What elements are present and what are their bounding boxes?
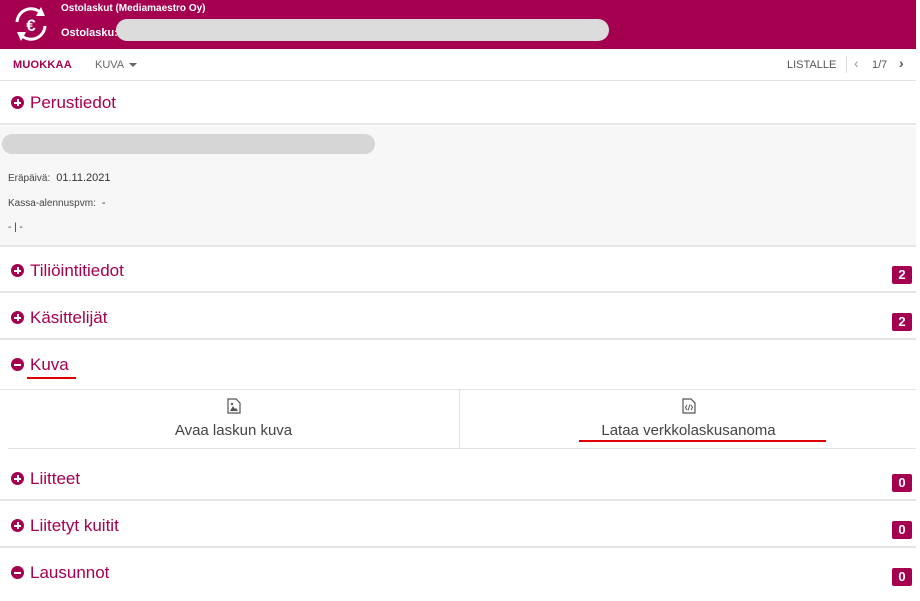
cash-discount-value: -: [101, 197, 106, 209]
section-perustiedot[interactable]: Perustiedot: [0, 81, 916, 125]
image-icon: [226, 398, 241, 414]
misc-line: - | -: [8, 222, 23, 233]
section-tiliointitiedot[interactable]: Tiliöintitiedot 2: [0, 249, 916, 293]
edit-button[interactable]: MUOKKAA: [13, 59, 72, 71]
cash-discount-label: Kassa-alennuspvm:: [8, 198, 96, 209]
plus-circle-icon: [11, 96, 24, 109]
minus-circle-icon: [11, 566, 24, 579]
plus-circle-icon: [11, 264, 24, 277]
document-title-redacted: [116, 19, 609, 41]
count-badge: 2: [892, 313, 912, 331]
section-lausunnot[interactable]: Lausunnot 0: [0, 551, 916, 601]
due-date-value: 01.11.2021: [56, 172, 111, 184]
toolbar-divider: [846, 56, 847, 73]
due-date-row: Eräpäivä: 01.11.2021: [8, 172, 111, 184]
app-header: € Ostolaskut (Mediamaestro Oy) Ostolasku…: [0, 0, 916, 49]
count-badge: 0: [892, 568, 912, 586]
section-title: Liitteet: [30, 469, 81, 488]
pager-indicator: 1/7: [872, 59, 888, 71]
download-einvoice-label: Lataa verkkolaskusanoma: [601, 422, 776, 439]
section-kuva[interactable]: Kuva: [0, 343, 916, 390]
open-image-label: Avaa laskun kuva: [174, 422, 293, 439]
section-title: Perustiedot: [30, 93, 116, 112]
plus-circle-icon: [11, 472, 24, 485]
highlight-underline: [579, 440, 826, 442]
section-title: Tiliöintitiedot: [30, 261, 124, 280]
download-einvoice-button[interactable]: Lataa verkkolaskusanoma: [461, 390, 916, 449]
section-liitteet[interactable]: Liitteet 0: [0, 457, 916, 501]
kuva-actions: Avaa laskun kuva Lataa verkkolaskusanoma: [8, 390, 916, 449]
svg-text:€: €: [26, 16, 36, 35]
section-liitetyt-kuitit[interactable]: Liitetyt kuitit 0: [0, 504, 916, 548]
plus-circle-icon: [11, 311, 24, 324]
code-file-icon: [681, 398, 696, 414]
image-menu-button[interactable]: KUVA: [95, 59, 138, 71]
document-title-label: Ostolasku:: [61, 27, 118, 39]
section-kasittelijat[interactable]: Käsittelijät 2: [0, 296, 916, 340]
count-badge: 0: [892, 521, 912, 539]
euro-refresh-icon: €: [9, 4, 53, 44]
caret-down-icon: [129, 63, 138, 67]
app-title: Ostolaskut (Mediamaestro Oy): [61, 3, 206, 14]
section-title: Käsittelijät: [30, 308, 108, 327]
section-title: Lausunnot: [30, 563, 110, 582]
chevron-right-icon[interactable]: ›: [899, 55, 904, 71]
highlight-underline: [27, 377, 76, 379]
minus-circle-icon: [11, 358, 24, 371]
count-badge: 2: [892, 266, 912, 284]
supplier-name-redacted: [2, 134, 375, 154]
toolbar: MUOKKAA KUVA LISTALLE ‹ 1/7 ›: [0, 49, 916, 81]
section-title: Kuva: [30, 355, 69, 374]
count-badge: 0: [892, 474, 912, 492]
due-date-label: Eräpäivä:: [8, 173, 51, 184]
image-menu-label: KUVA: [95, 59, 125, 71]
plus-circle-icon: [11, 519, 24, 532]
cash-discount-row: Kassa-alennuspvm: -: [8, 197, 106, 209]
perustiedot-details: Eräpäivä: 01.11.2021 Kassa-alennuspvm: - -…: [0, 126, 916, 247]
chevron-left-icon[interactable]: ‹: [854, 55, 859, 71]
section-title: Liitetyt kuitit: [30, 516, 119, 535]
open-image-button[interactable]: Avaa laskun kuva: [8, 390, 460, 449]
back-to-list-button[interactable]: LISTALLE: [787, 59, 836, 71]
